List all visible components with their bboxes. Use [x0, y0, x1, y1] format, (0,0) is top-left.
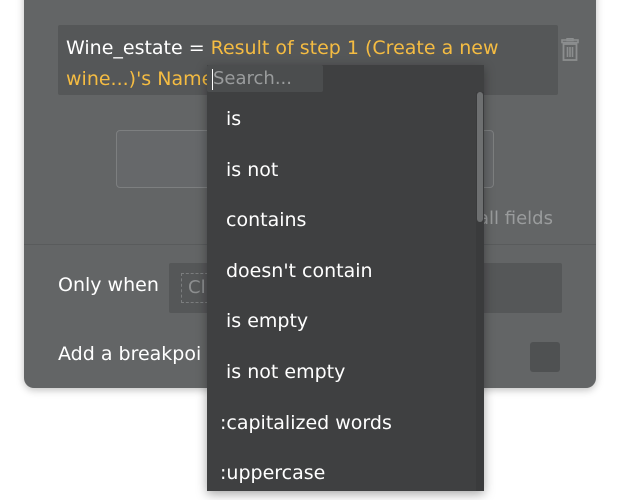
option-is-empty[interactable]: is empty [226, 310, 308, 332]
all-fields-link[interactable]: all fields [478, 208, 553, 229]
option-is-not-empty[interactable]: is not empty [226, 361, 345, 383]
scrollbar-thumb[interactable] [477, 92, 483, 222]
only-when-label: Only when [58, 274, 159, 296]
dropdown-search[interactable] [207, 65, 323, 92]
breakpoint-label: Add a breakpoi [58, 343, 202, 365]
option-contains[interactable]: contains [226, 209, 306, 231]
option-doesnt-contain[interactable]: doesn't contain [226, 260, 373, 282]
trash-icon[interactable] [560, 37, 580, 62]
option-is-not[interactable]: is not [226, 159, 278, 181]
text-caret [212, 69, 213, 90]
field-name: Wine_estate [66, 37, 183, 59]
equals-operator: = [188, 37, 205, 59]
option-is[interactable]: is [226, 108, 241, 130]
option-uppercase[interactable]: :uppercase [220, 462, 325, 484]
dropdown-scrollbar[interactable] [476, 92, 484, 491]
breakpoint-checkbox[interactable] [530, 342, 560, 372]
option-capitalized-words[interactable]: :capitalized words [220, 412, 392, 434]
operator-dropdown[interactable]: is is not contains doesn't contain is em… [207, 65, 484, 491]
dropdown-search-input[interactable] [213, 65, 317, 92]
